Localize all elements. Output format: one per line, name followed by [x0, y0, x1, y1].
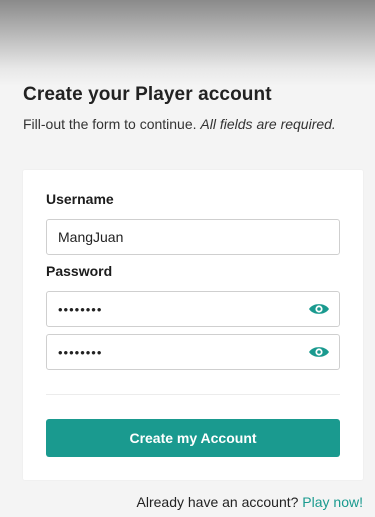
heading-area: Create your Player account Fill-out the …	[23, 84, 353, 135]
password-label: Password	[46, 263, 113, 279]
login-prompt: Already have an account? Play now!	[137, 494, 363, 510]
play-now-link[interactable]: Play now!	[302, 494, 363, 510]
subtitle-emphasis: All fields are required.	[200, 116, 336, 132]
divider	[46, 394, 340, 395]
page-title: Create your Player account	[23, 84, 272, 105]
username-input[interactable]: MangJuan	[46, 219, 340, 255]
confirm-password-input[interactable]: ••••••••	[46, 334, 340, 370]
signup-form-card: Username MangJuan Password •••••••• ••••…	[23, 170, 363, 480]
eye-icon[interactable]	[308, 302, 330, 316]
page-subtitle: Fill-out the form to continue. All field…	[23, 113, 353, 135]
password-mask: ••••••••	[58, 301, 103, 317]
username-label: Username	[46, 191, 114, 207]
login-prompt-text: Already have an account?	[136, 494, 299, 510]
top-shade	[0, 0, 375, 86]
eye-icon[interactable]	[308, 345, 330, 359]
subtitle-text: Fill-out the form to continue.	[23, 116, 201, 132]
confirm-password-mask: ••••••••	[58, 344, 103, 360]
create-account-button[interactable]: Create my Account	[46, 419, 340, 457]
password-input[interactable]: ••••••••	[46, 291, 340, 327]
username-value: MangJuan	[58, 229, 124, 245]
